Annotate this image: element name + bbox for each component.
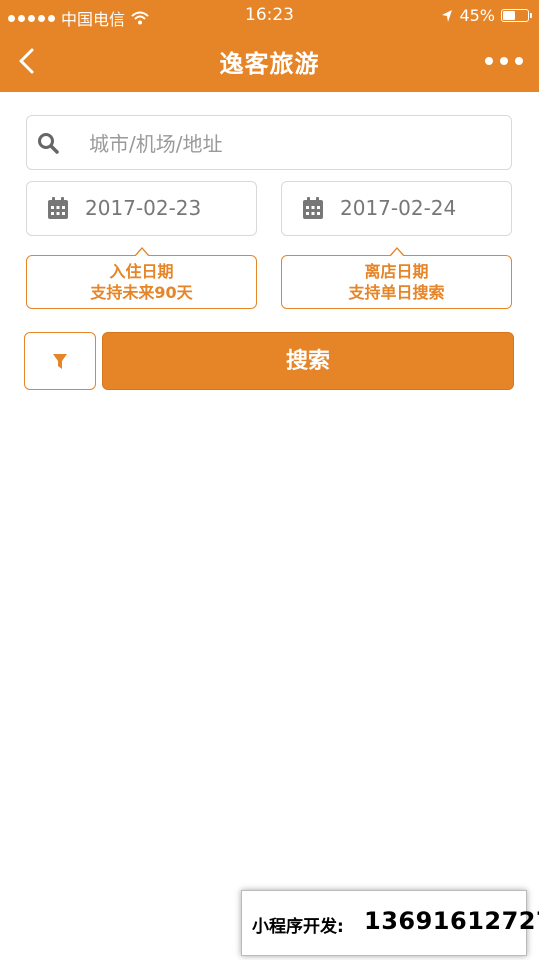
checkout-date-field[interactable]: 2017-02-24 — [281, 181, 512, 236]
search-input[interactable] — [87, 126, 491, 162]
page-title: 逸客旅游 — [219, 50, 320, 78]
battery-percent: 45% — [459, 6, 495, 25]
checkin-tooltip: 入住日期 支持未来90天 — [26, 247, 257, 309]
battery-icon — [501, 9, 532, 22]
location-arrow-icon — [442, 9, 453, 22]
checkout-date-value: 2017-02-24 — [340, 196, 457, 220]
search-button[interactable]: 搜索 — [102, 332, 514, 390]
status-bar: 中国电信 16:23 45% — [0, 0, 539, 30]
more-dots-icon[interactable] — [485, 48, 523, 74]
checkin-date-value: 2017-02-23 — [85, 196, 202, 220]
checkin-date-field[interactable]: 2017-02-23 — [26, 181, 257, 236]
app-header: 中国电信 16:23 45% 逸客旅游 — [0, 0, 539, 92]
contact-phone: 13691612727 — [364, 907, 539, 935]
checkin-tip-line2: 支持未来90天 — [90, 283, 193, 302]
search-box[interactable] — [26, 115, 512, 170]
nav-bar: 逸客旅游 — [0, 30, 539, 92]
contact-label: 小程序开发: — [252, 917, 344, 937]
contact-banner: 小程序开发: 13691612727 — [241, 890, 539, 956]
filter-button[interactable] — [24, 332, 96, 390]
checkout-tip-line1: 离店日期 — [364, 262, 429, 281]
search-icon — [38, 133, 59, 154]
calendar-icon — [303, 197, 323, 219]
checkout-tip-line2: 支持单日搜索 — [348, 283, 445, 302]
checkout-tooltip: 离店日期 支持单日搜索 — [281, 247, 512, 309]
checkin-tip-line1: 入住日期 — [109, 262, 174, 281]
filter-icon — [53, 354, 67, 369]
calendar-icon — [48, 197, 68, 219]
battery-fill — [503, 11, 515, 20]
